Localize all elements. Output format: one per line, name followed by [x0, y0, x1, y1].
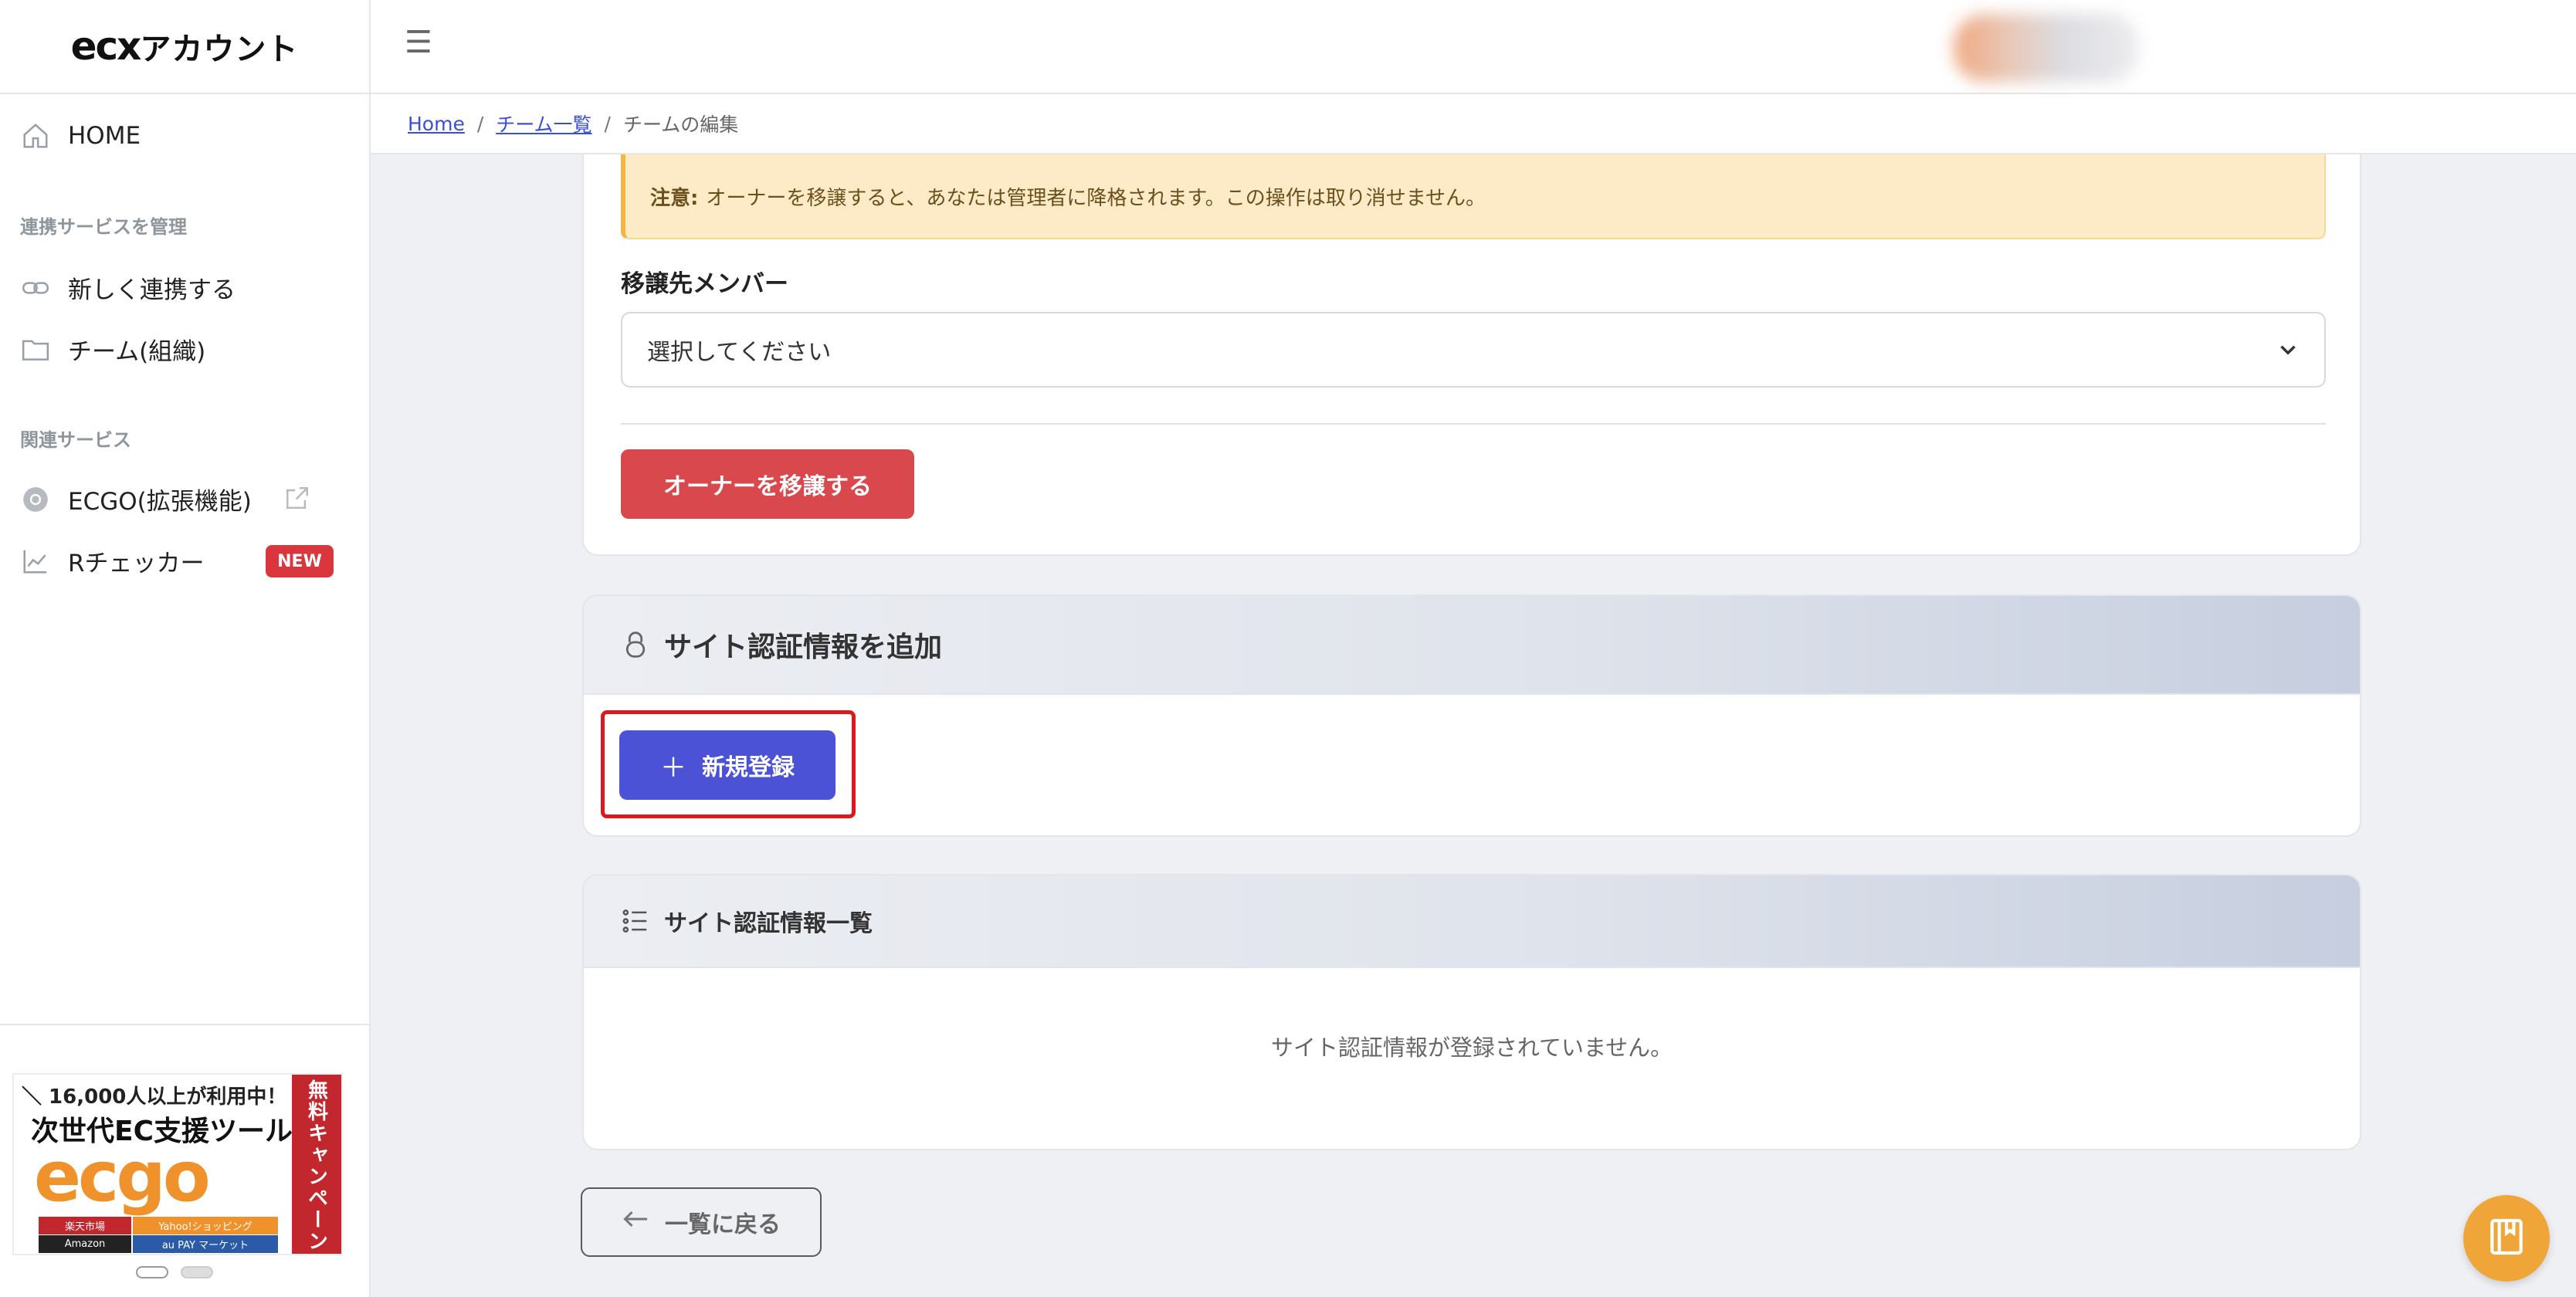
- hamburger-icon[interactable]: ☰: [405, 25, 432, 60]
- banner-side-text: 無料キャンペーン: [292, 1075, 341, 1254]
- back-to-list-button[interactable]: 一覧に戻る: [581, 1187, 822, 1257]
- lock-icon: [621, 629, 650, 660]
- select-value: 選択してください: [647, 339, 832, 366]
- owner-transfer-card: 注意: オーナーを移譲すると、あなたは管理者に降格されます。この操作は取り消せま…: [582, 154, 2361, 556]
- top-bar: ☰: [371, 0, 2576, 94]
- logo-brand: ecx: [70, 24, 142, 69]
- banner-market: Yahoo!ショッピング: [133, 1217, 278, 1234]
- add-site-auth-title: サイト認証情報を追加: [664, 632, 943, 663]
- ecgo-banner[interactable]: ＼ 16,000人以上が利用中！ ／ 次世代EC支援ツール ecgo 楽天市場 …: [12, 1073, 343, 1255]
- banner-top-line: ＼ 16,000人以上が利用中！ ／: [22, 1085, 314, 1109]
- plus-icon: ＋: [660, 752, 686, 784]
- external-link-icon: [284, 485, 310, 514]
- banner-logo-text: ecgo: [34, 1136, 211, 1217]
- sidebar-item-label: 新しく連携する: [68, 276, 236, 304]
- warning-text: オーナーを移譲すると、あなたは管理者に降格されます。この操作は取り消せません。: [706, 186, 1486, 210]
- breadcrumb-teams[interactable]: チーム一覧: [496, 110, 591, 137]
- arrow-left-icon: [622, 1207, 649, 1237]
- sidebar-item-home[interactable]: HOME: [19, 119, 141, 153]
- breadcrumb-separator: /: [604, 112, 611, 135]
- chevron-down-icon: [2275, 337, 2301, 369]
- sidebar-item-ecgo[interactable]: ECGO(拡張機能): [19, 482, 252, 516]
- transfer-member-select[interactable]: 選択してください: [621, 312, 2326, 388]
- book-icon: [2485, 1215, 2528, 1261]
- breadcrumb: Home / チーム一覧 / チームの編集: [371, 94, 2576, 154]
- add-site-auth-header: サイト認証情報を追加: [584, 596, 2360, 695]
- link-icon: [19, 271, 53, 305]
- sidebar-item-label: チーム(組織): [68, 338, 206, 366]
- site-auth-list-card: サイト認証情報一覧 サイト認証情報が登録されていません。: [582, 874, 2361, 1150]
- user-menu[interactable]: [1954, 14, 2139, 82]
- logo-suffix: アカウント: [140, 32, 299, 67]
- sidebar-item-new-link[interactable]: 新しく連携する: [19, 270, 236, 305]
- warning-alert: 注意: オーナーを移譲すると、あなたは管理者に降格されます。この操作は取り消せま…: [621, 154, 2326, 239]
- transfer-member-label: 移譲先メンバー: [621, 270, 788, 298]
- banner-dot[interactable]: [181, 1266, 213, 1278]
- sidebar-section-related: 関連サービス: [20, 429, 131, 451]
- site-auth-list-title: サイト認証情報一覧: [664, 910, 873, 937]
- transfer-owner-button[interactable]: オーナーを移譲する: [621, 449, 914, 519]
- new-registration-label: 新規登録: [702, 754, 795, 781]
- sidebar-item-label: ECGO(拡張機能): [68, 488, 252, 516]
- empty-state-text: サイト認証情報が登録されていません。: [1270, 1035, 1673, 1061]
- add-site-auth-card: サイト認証情報を追加 ＋ 新規登録: [582, 594, 2361, 837]
- banner-market: Amazon: [39, 1235, 131, 1253]
- site-auth-list-header: サイト認証情報一覧: [584, 875, 2360, 968]
- breadcrumb-separator: /: [476, 112, 484, 135]
- sidebar: ecxアカウント HOME 連携サービスを管理 新しく連携する チーム(組織) …: [0, 0, 371, 1297]
- new-registration-button[interactable]: ＋ 新規登録: [619, 730, 836, 800]
- sidebar-divider: [0, 1024, 371, 1025]
- breadcrumb-home[interactable]: Home: [408, 113, 465, 135]
- chrome-icon: [19, 483, 53, 516]
- banner-dot[interactable]: [136, 1266, 168, 1278]
- warning-label: 注意:: [650, 186, 699, 210]
- back-to-list-label: 一覧に戻る: [665, 1211, 781, 1238]
- banner-pagination: [136, 1266, 213, 1278]
- logo[interactable]: ecxアカウント: [0, 0, 369, 94]
- sidebar-item-label: HOME: [68, 122, 141, 150]
- manual-book-fab[interactable]: [2463, 1195, 2550, 1282]
- sidebar-item-teams[interactable]: チーム(組織): [19, 332, 205, 367]
- chart-line-icon: [19, 544, 53, 578]
- banner-markets: 楽天市場 Yahoo!ショッピング Amazon au PAY マーケット: [39, 1217, 278, 1253]
- sidebar-item-rchecker[interactable]: Rチェッカー: [19, 544, 205, 578]
- banner-market: 楽天市場: [39, 1217, 131, 1234]
- new-badge: NEW: [266, 545, 334, 577]
- folder-icon: [19, 333, 53, 367]
- divider: [621, 423, 2326, 425]
- banner-logo: ecgo: [34, 1143, 211, 1212]
- sidebar-section-manage: 連携サービスを管理: [20, 216, 187, 238]
- banner-market: au PAY マーケット: [133, 1235, 278, 1253]
- list-icon: [621, 906, 650, 936]
- sidebar-item-label: Rチェッカー: [68, 550, 205, 577]
- home-icon: [19, 119, 53, 153]
- breadcrumb-current: チームの編集: [622, 113, 739, 136]
